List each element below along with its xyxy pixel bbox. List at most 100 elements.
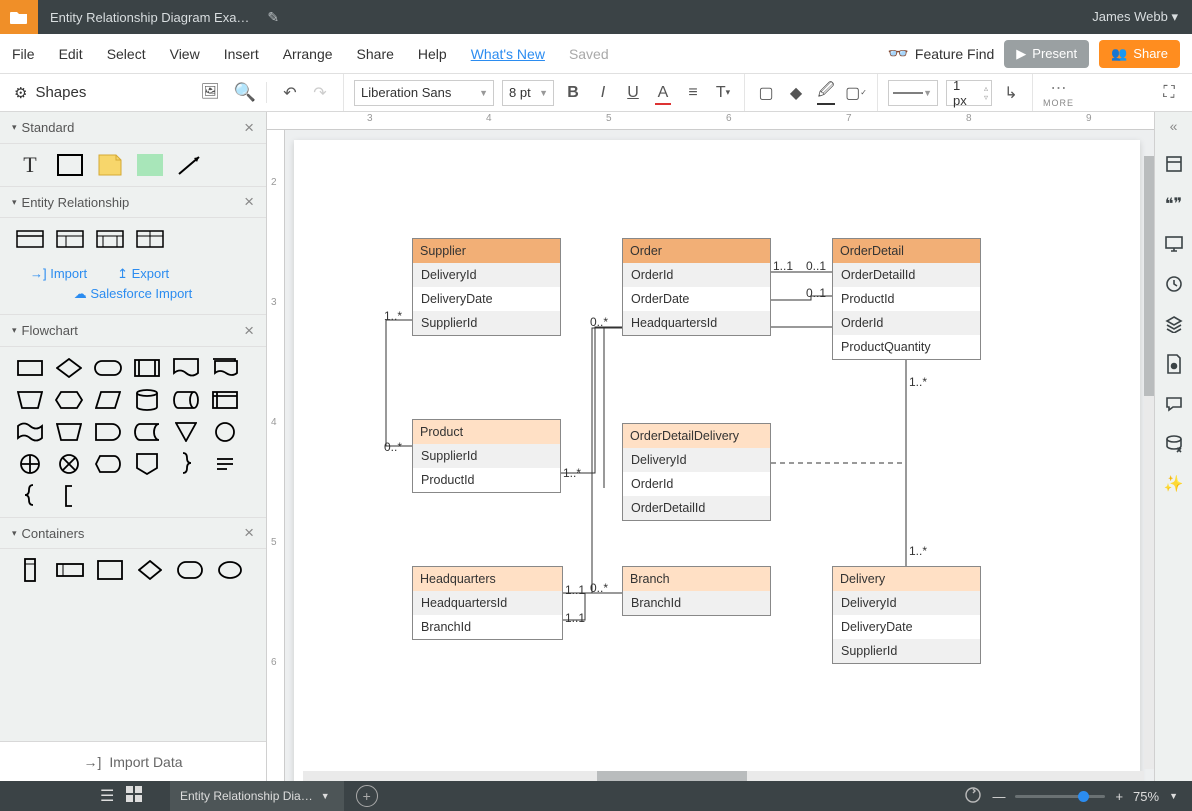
cont-5[interactable] — [176, 559, 204, 581]
fc-brace-r[interactable] — [172, 453, 200, 475]
border-color-button[interactable]: 🖉 — [811, 78, 841, 108]
page-settings-icon[interactable] — [1164, 354, 1184, 374]
fullscreen-button[interactable]: ⛶ — [1154, 78, 1184, 108]
menu-select[interactable]: Select — [95, 46, 158, 62]
cat-standard[interactable]: ▾Standard× — [0, 112, 266, 144]
fc-brace-l[interactable] — [16, 485, 44, 507]
cat-flowchart[interactable]: ▾Flowchart× — [0, 315, 266, 347]
shape-outline-button[interactable]: ▢ — [751, 78, 781, 108]
export-link[interactable]: ↥ Export — [117, 266, 169, 282]
import-link[interactable]: →] Import — [30, 266, 87, 282]
context-panel-icon[interactable] — [1164, 154, 1184, 174]
arrow-shape[interactable] — [176, 154, 204, 176]
shape-style-button[interactable]: ▢✓ — [841, 78, 871, 108]
er-table1[interactable] — [16, 228, 44, 250]
fc-delay[interactable] — [94, 421, 122, 443]
er-table2[interactable] — [56, 228, 84, 250]
diagram-page[interactable]: SupplierDeliveryIdDeliveryDateSupplierId… — [294, 140, 1140, 781]
entity-product[interactable]: ProductSupplierIdProductId — [412, 419, 561, 493]
fc-direct[interactable] — [172, 389, 200, 411]
history-icon[interactable] — [1164, 274, 1184, 294]
present-icon[interactable] — [1164, 234, 1184, 254]
rect-shape[interactable] — [56, 154, 84, 176]
line-width-select[interactable]: 1 px▵▿ — [946, 80, 992, 106]
doc-title[interactable]: Entity Relationship Diagram Exa… — [38, 10, 261, 25]
er-table3[interactable] — [96, 228, 124, 250]
fc-internal[interactable] — [211, 389, 239, 411]
layers-icon[interactable] — [1164, 314, 1184, 334]
fc-terminator[interactable] — [94, 357, 122, 379]
close-icon[interactable]: × — [244, 118, 254, 138]
fc-tape[interactable] — [16, 421, 44, 443]
fc-offpage[interactable] — [133, 453, 161, 475]
folder-icon[interactable] — [0, 0, 38, 34]
redo-button[interactable]: ↷ — [305, 78, 335, 108]
entity-delivery[interactable]: DeliveryDeliveryIdDeliveryDateSupplierId — [832, 566, 981, 664]
comments-icon[interactable]: ❝❞ — [1164, 194, 1184, 214]
import-data-button[interactable]: →] Import Data — [0, 741, 266, 781]
undo-button[interactable]: ↶ — [275, 78, 305, 108]
magic-icon[interactable]: ✨ — [1164, 474, 1184, 494]
canvas-area[interactable]: 3456789 23456 Suppl — [267, 112, 1154, 781]
menu-edit[interactable]: Edit — [47, 46, 95, 62]
rename-icon[interactable]: ✎ — [267, 9, 279, 26]
close-icon[interactable]: × — [244, 192, 254, 212]
block-shape[interactable] — [136, 154, 164, 176]
text-style-button[interactable]: T▾ — [708, 78, 738, 108]
feature-find[interactable]: 👓 Feature Find — [888, 44, 995, 64]
align-button[interactable]: ≡ — [678, 78, 708, 108]
text-color-button[interactable]: A — [648, 78, 678, 108]
fc-sum[interactable] — [55, 453, 83, 475]
fc-bracket[interactable] — [55, 485, 83, 507]
bold-button[interactable]: B — [558, 78, 588, 108]
cont-1[interactable] — [16, 559, 44, 581]
shapes-gear-icon[interactable]: ⚙ — [14, 84, 27, 102]
menu-whats-new[interactable]: What's New — [459, 46, 557, 62]
fc-database[interactable] — [133, 389, 161, 411]
connector-style-button[interactable]: ↳ — [996, 78, 1026, 108]
entity-headquarters[interactable]: HeadquartersHeadquartersIdBranchId — [412, 566, 563, 640]
zoom-in-button[interactable]: + — [1115, 789, 1123, 804]
cont-4[interactable] — [136, 559, 164, 581]
menu-share[interactable]: Share — [345, 46, 406, 62]
image-icon[interactable]: 🖼 — [201, 82, 220, 103]
entity-orderdetaildelivery[interactable]: OrderDetailDeliveryDeliveryIdOrderIdOrde… — [622, 423, 771, 521]
more-button[interactable]: ⋯ — [1051, 78, 1067, 98]
fc-rect[interactable] — [16, 357, 44, 379]
menu-view[interactable]: View — [158, 46, 212, 62]
font-select[interactable]: Liberation Sans▼ — [354, 80, 494, 106]
fc-manualop[interactable] — [55, 421, 83, 443]
cont-3[interactable] — [96, 559, 124, 581]
fc-doc[interactable] — [172, 357, 200, 379]
grid-view-icon[interactable] — [126, 786, 142, 807]
text-shape[interactable]: T — [16, 154, 44, 176]
fc-manual[interactable] — [16, 389, 44, 411]
underline-button[interactable]: U — [618, 78, 648, 108]
menu-insert[interactable]: Insert — [212, 46, 271, 62]
search-icon[interactable]: 🔍 — [234, 82, 256, 103]
zoom-out-button[interactable]: — — [992, 789, 1005, 804]
fc-display[interactable] — [94, 453, 122, 475]
entity-branch[interactable]: BranchBranchId — [622, 566, 771, 616]
menu-arrange[interactable]: Arrange — [271, 46, 345, 62]
vscroll[interactable] — [1144, 156, 1154, 769]
close-icon[interactable]: × — [244, 523, 254, 543]
data-link-icon[interactable] — [1164, 434, 1184, 454]
entity-orderdetail[interactable]: OrderDetailOrderDetailIdProductIdOrderId… — [832, 238, 981, 360]
fc-prep[interactable] — [55, 389, 83, 411]
fc-stored[interactable] — [133, 421, 161, 443]
entity-order[interactable]: OrderOrderIdOrderDateHeadquartersId — [622, 238, 771, 336]
fc-predef[interactable] — [133, 357, 161, 379]
font-size-select[interactable]: 8 pt▼ — [502, 80, 554, 106]
chat-icon[interactable] — [1164, 394, 1184, 414]
autosave-icon[interactable] — [964, 786, 982, 807]
cont-2[interactable] — [56, 559, 84, 581]
cont-6[interactable] — [216, 559, 244, 581]
menu-file[interactable]: File — [0, 46, 47, 62]
present-button[interactable]: ▶ Present — [1004, 40, 1089, 68]
share-button[interactable]: 👥 Share — [1099, 40, 1180, 68]
line-style-select[interactable]: ▼ — [888, 80, 938, 106]
shapes-label[interactable]: Shapes — [35, 84, 86, 101]
user-menu[interactable]: James Webb ▾ — [1078, 9, 1192, 25]
cat-entity[interactable]: ▾Entity Relationship× — [0, 186, 266, 218]
